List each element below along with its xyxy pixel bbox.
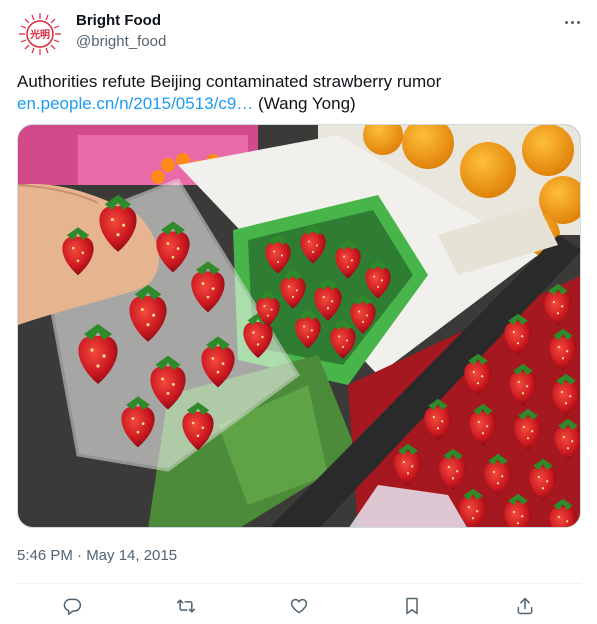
share-button[interactable] [511,592,539,620]
more-options-icon[interactable] [560,12,584,32]
like-button[interactable] [285,592,313,620]
tweet: 光明 Bright Food @bright_food Authorities … [0,0,597,624]
bright-food-logo-icon: 光明 [18,12,62,56]
tweet-photo[interactable] [17,124,581,528]
avatar[interactable]: 光明 [18,12,62,56]
action-bar [0,592,597,620]
account-handle[interactable]: @bright_food [76,33,166,51]
tweet-text: Authorities refute Beijing contaminated … [17,71,577,115]
like-icon [290,598,308,614]
strawberries-photo [18,125,580,527]
bookmark-button[interactable] [398,592,426,620]
retweet-icon [176,599,196,613]
reply-icon [63,598,82,616]
bookmark-icon [406,597,418,615]
divider [17,583,581,584]
retweet-button[interactable] [172,592,200,620]
tweet-link[interactable]: en.people.cn/n/2015/0513/c9… [17,94,253,113]
account-name[interactable]: Bright Food [76,12,161,30]
logo-text: 光明 [29,28,50,41]
reply-button[interactable] [58,592,86,620]
share-icon [517,597,533,615]
tweet-headline: Authorities refute Beijing contaminated … [17,72,442,91]
photo-credit: (Wang Yong) [253,94,356,113]
tweet-timestamp[interactable]: 5:46 PM · May 14, 2015 [17,546,177,566]
